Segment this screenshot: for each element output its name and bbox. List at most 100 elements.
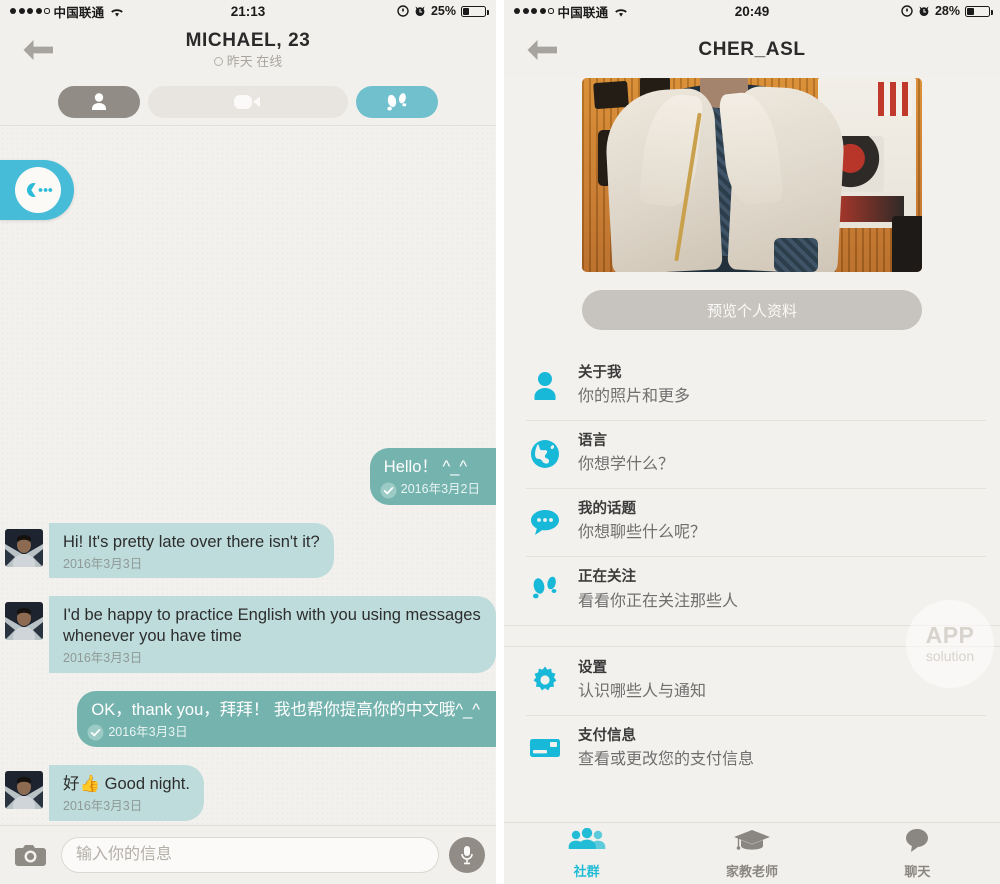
tab-footsteps[interactable] xyxy=(356,85,438,118)
menu-item-texts: 我的话题 你想聊些什么呢？ xyxy=(578,500,706,543)
message-meta: 2016年3月3日 xyxy=(87,724,480,741)
tab-label: 社群 xyxy=(573,863,600,879)
panel-divider xyxy=(496,0,504,884)
tab-video[interactable] xyxy=(148,85,348,118)
microphone-icon[interactable] xyxy=(449,837,485,873)
menu-item-texts: 语言 你想学什么？ xyxy=(578,432,674,475)
globe-icon xyxy=(526,438,564,470)
back-arrow-icon[interactable] xyxy=(524,37,562,63)
message-timestamp: 2016年3月3日 xyxy=(63,799,143,814)
chat-translate-fab[interactable] xyxy=(0,160,74,220)
menu-item-title: 正在关注 xyxy=(578,569,636,586)
menu-item-payment-info[interactable]: 支付信息 查看或更改您的支付信息 xyxy=(504,714,1000,783)
menu-item-language[interactable]: 语言 你想学什么？ xyxy=(504,420,1000,488)
avatar[interactable] xyxy=(5,528,43,567)
menu-item-title: 语言 xyxy=(578,433,607,450)
page-title: MICHAEL, 23 xyxy=(185,29,311,51)
nav-bar-left: MICHAEL, 23 昨天 在线 xyxy=(0,22,496,78)
chat-screen: 中国联通 21:13 25% MICHAEL, 23 昨天 在线 Hello！ … xyxy=(0,0,496,884)
profile-photo-container xyxy=(504,78,1000,272)
chat-bubble-icon xyxy=(901,828,933,857)
menu-item-title: 关于我 xyxy=(578,365,622,381)
clock-time: 21:13 xyxy=(230,3,266,19)
message-timestamp: 2016年3月2日 xyxy=(400,482,480,497)
speech-bubble-icon xyxy=(526,506,564,538)
menu-item-following[interactable]: 正在关注 看看你正在关注那些人 xyxy=(504,556,1000,624)
profile-settings-screen: 中国联通 20:49 28% CHER_ASL 预览个人资料 关于我 你的照片和… xyxy=(504,0,1000,884)
nav-title-block: CHER_ASL xyxy=(698,38,806,61)
message-timestamp: 2016年3月3日 xyxy=(63,650,143,665)
clock-time: 20:49 xyxy=(734,3,770,19)
message-bubble-incoming[interactable]: I'd be happy to practice English with yo… xyxy=(49,596,496,673)
menu-item-settings[interactable]: 设置 认识哪些人与通知 xyxy=(504,647,1000,715)
battery-icon xyxy=(965,5,993,17)
message-text: Hello！ ^_^ xyxy=(383,458,468,477)
tab-profile[interactable] xyxy=(58,85,140,118)
menu-item-subtitle: 查看或更改您的支付信息 xyxy=(578,750,755,768)
menu-item-texts: 正在关注 看看你正在关注那些人 xyxy=(578,568,738,611)
preview-profile-button[interactable]: 预览个人资料 xyxy=(582,290,922,330)
message-timestamp: 2016年3月3日 xyxy=(63,556,143,571)
online-status-label: 昨天 在线 xyxy=(226,53,283,69)
message-row: I'd be happy to practice English with yo… xyxy=(0,596,496,673)
message-input[interactable] xyxy=(61,837,439,873)
credit-card-icon xyxy=(526,736,564,760)
message-row: Hi! It's pretty late over there isn't it… xyxy=(0,522,496,579)
message-bubble-outgoing[interactable]: OK，thank you，拜拜！ 我也帮你提高你的中文哦^_^ 2016年3月3… xyxy=(77,690,496,748)
status-bar-left: 中国联通 21:13 25% xyxy=(0,0,496,22)
avatar[interactable] xyxy=(5,771,43,810)
graduation-cap-icon xyxy=(733,828,771,857)
menu-item-title: 我的话题 xyxy=(578,501,636,518)
message-row: 好👍 Good night. 2016年3月3日 xyxy=(0,765,496,821)
tab-community[interactable]: 社群 xyxy=(504,827,669,880)
message-row: Hello！ ^_^ 2016年3月2日 xyxy=(0,448,496,505)
page-title: CHER_ASL xyxy=(698,38,806,60)
gear-icon xyxy=(526,665,564,695)
tab-label: 家教老师 xyxy=(725,863,778,879)
menu-item-texts: 关于我 你的照片和更多 xyxy=(578,364,690,407)
menu-item-subtitle: 你想聊些什么呢？ xyxy=(578,524,707,542)
sent-check-icon xyxy=(380,482,397,499)
message-bubble-incoming[interactable]: 好👍 Good night. 2016年3月3日 xyxy=(49,765,204,821)
message-composer xyxy=(0,825,496,884)
nav-bar-right: CHER_ASL xyxy=(504,22,1000,78)
online-status-ring-icon xyxy=(213,57,223,67)
chat-bubble-pacman-icon xyxy=(15,167,61,213)
menu-item-subtitle: 看看你正在关注那些人 xyxy=(578,592,739,610)
back-arrow-icon[interactable] xyxy=(20,37,58,63)
battery-icon xyxy=(461,5,489,17)
menu-item-title: 支付信息 xyxy=(578,727,636,744)
message-meta: 2016年3月3日 xyxy=(63,799,190,815)
message-text: I'd be happy to practice English with yo… xyxy=(63,606,481,646)
message-row: OK，thank you，拜拜！ 我也帮你提高你的中文哦^_^ 2016年3月3… xyxy=(0,690,496,748)
message-meta: 2016年3月3日 xyxy=(63,557,320,573)
menu-item-texts: 支付信息 查看或更改您的支付信息 xyxy=(578,727,754,770)
profile-photo[interactable] xyxy=(582,78,922,272)
message-text: OK，thank you，拜拜！ 我也帮你提高你的中文哦^_^ xyxy=(91,700,480,719)
menu-item-about-me[interactable]: 关于我 你的照片和更多 xyxy=(504,352,1000,420)
camera-icon[interactable] xyxy=(11,839,51,871)
bottom-tab-bar: 社群 家教老师 聊天 xyxy=(504,822,1000,884)
tab-chat[interactable]: 聊天 xyxy=(835,828,1000,880)
dual-screenshot-container: 中国联通 21:13 25% MICHAEL, 23 昨天 在线 Hello！ … xyxy=(0,0,1000,884)
message-meta: 2016年3月3日 xyxy=(63,651,482,667)
menu-item-subtitle: 认识哪些人与通知 xyxy=(578,682,707,700)
settings-menu: 关于我 你的照片和更多 语言 你想学什么？ 我的话题 你想聊些什么呢？ 正在关注… xyxy=(504,352,1000,783)
message-bubble-outgoing[interactable]: Hello！ ^_^ 2016年3月2日 xyxy=(369,448,496,505)
avatar[interactable] xyxy=(5,602,43,641)
person-icon xyxy=(526,370,564,402)
menu-item-my-topics[interactable]: 我的话题 你想聊些什么呢？ xyxy=(504,488,1000,556)
segmented-control xyxy=(0,78,496,126)
people-group-icon xyxy=(567,827,607,857)
message-meta: 2016年3月2日 xyxy=(380,482,480,499)
message-bubble-incoming[interactable]: Hi! It's pretty late over there isn't it… xyxy=(49,522,334,579)
menu-item-subtitle: 你的照片和更多 xyxy=(578,388,691,406)
preview-profile-label: 预览个人资料 xyxy=(706,302,797,320)
message-list: Hello！ ^_^ 2016年3月2日 Hi! It's pretty lat… xyxy=(0,448,496,825)
message-timestamp: 2016年3月3日 xyxy=(108,725,188,740)
chat-message-area[interactable]: Hello！ ^_^ 2016年3月2日 Hi! It's pretty lat… xyxy=(0,126,496,825)
footprints-icon xyxy=(526,574,564,606)
menu-section-divider xyxy=(504,624,1000,647)
tab-label: 聊天 xyxy=(904,863,931,879)
tab-tutors[interactable]: 家教老师 xyxy=(669,828,834,880)
